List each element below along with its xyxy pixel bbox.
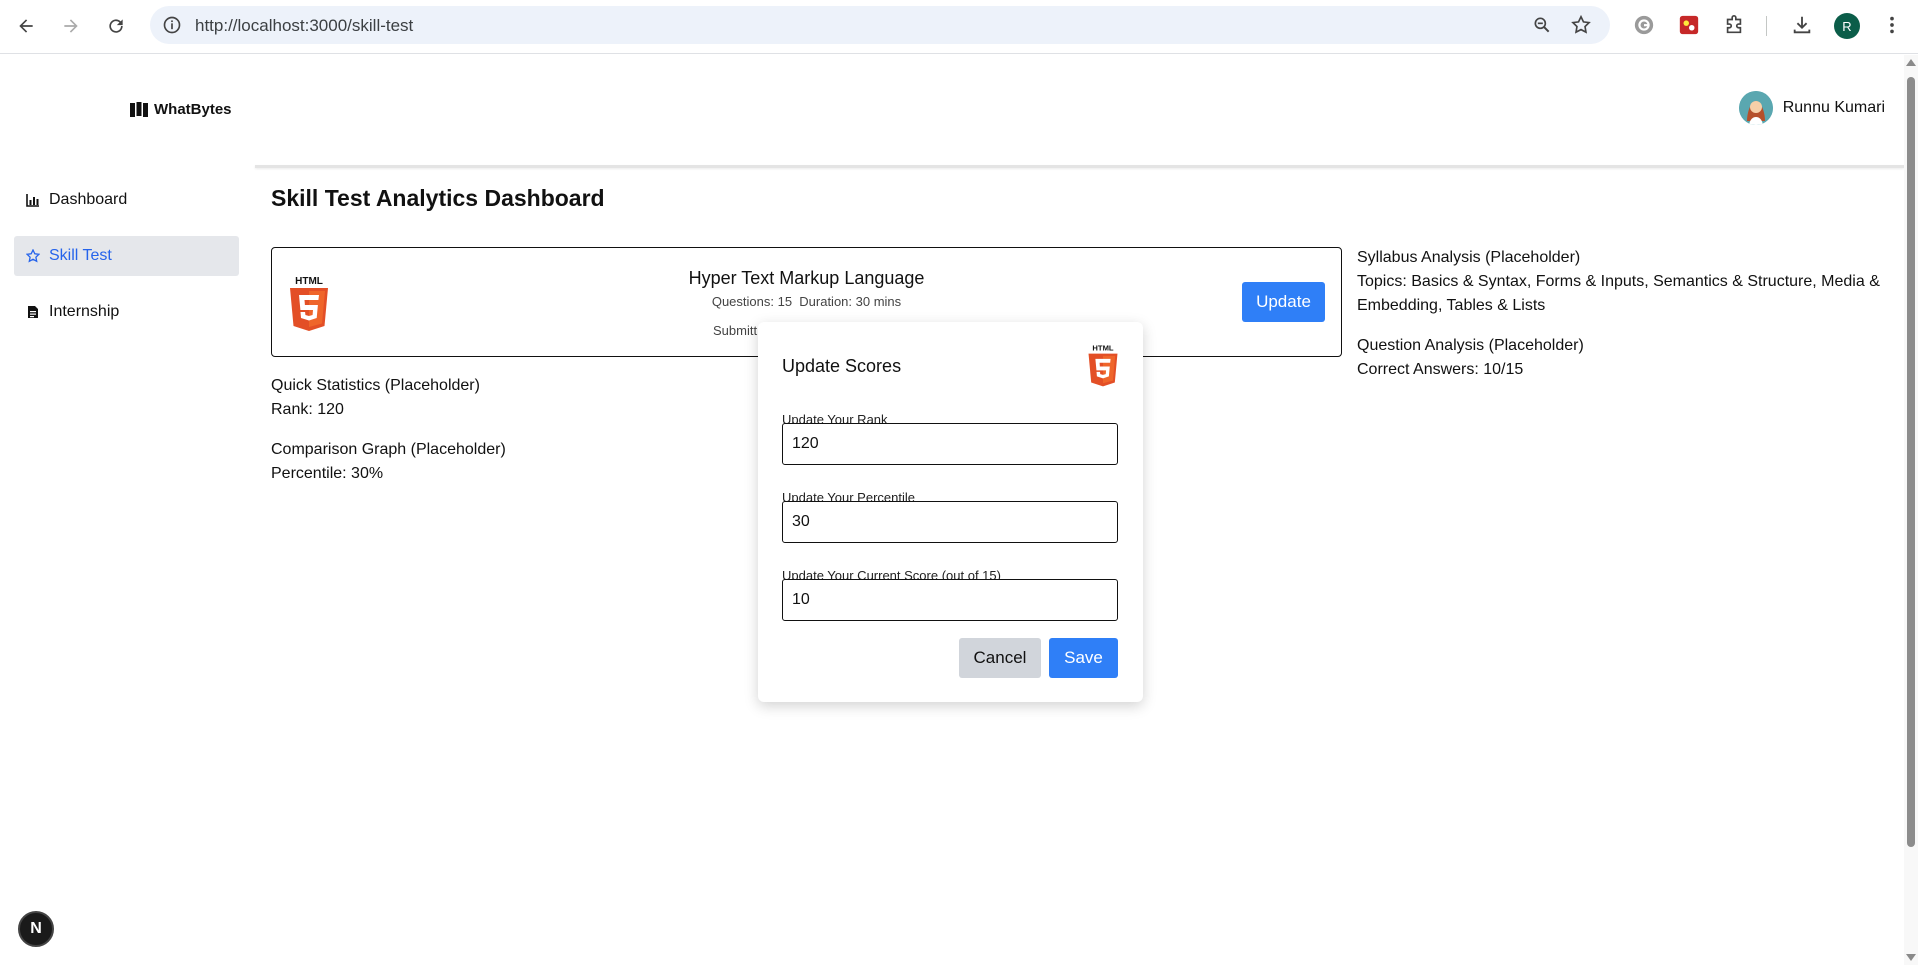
modal-title: Update Scores bbox=[782, 356, 902, 376]
star-icon bbox=[25, 248, 41, 264]
test-submitted-info: Submitt bbox=[713, 323, 758, 338]
syllabus-topics: Topics: Basics & Syntax, Forms & Inputs,… bbox=[1357, 273, 1880, 314]
sidebar: Dashboard Skill Test Internship bbox=[14, 180, 239, 348]
comparison-graph: Comparison Graph (Placeholder) Percentil… bbox=[271, 438, 506, 486]
question-analysis-heading: Question Analysis (Placeholder) bbox=[1357, 337, 1584, 354]
left-stats-column: Quick Statistics (Placeholder) Rank: 120… bbox=[271, 374, 506, 502]
test-meta: Questions: 15 Duration: 30 mins bbox=[711, 294, 902, 309]
bookmark-star-icon[interactable] bbox=[1570, 14, 1592, 36]
html5-logo-text: HTML bbox=[1092, 344, 1113, 353]
forward-icon[interactable] bbox=[57, 12, 85, 40]
quick-statistics: Quick Statistics (Placeholder) Rank: 120 bbox=[271, 374, 506, 422]
page-title: Skill Test Analytics Dashboard bbox=[271, 185, 605, 211]
sidebar-item-label: Internship bbox=[49, 303, 120, 320]
update-scores-modal: Update Scores HTML Update Your Rank 120 … bbox=[758, 322, 1143, 702]
cancel-button[interactable]: Cancel bbox=[959, 638, 1041, 678]
page-scrollbar[interactable] bbox=[1904, 55, 1918, 965]
comparison-graph-heading: Comparison Graph (Placeholder) bbox=[271, 441, 506, 458]
save-button[interactable]: Save bbox=[1049, 638, 1118, 678]
browser-toolbar: http://localhost:3000/skill-test R bbox=[0, 0, 1918, 54]
user-profile[interactable]: Runnu Kumari bbox=[1738, 91, 1885, 125]
sidebar-item-dashboard[interactable]: Dashboard bbox=[14, 180, 239, 220]
sidebar-item-label: Dashboard bbox=[49, 191, 128, 208]
html5-logo-icon: HTML bbox=[1088, 344, 1118, 387]
profile-avatar[interactable]: R bbox=[1834, 13, 1860, 39]
test-name: Hyper Text Markup Language bbox=[688, 268, 925, 288]
map-icon bbox=[130, 101, 148, 118]
back-icon[interactable] bbox=[12, 12, 40, 40]
extensions-puzzle-icon[interactable] bbox=[1722, 13, 1746, 37]
url-text[interactable]: http://localhost:3000/skill-test bbox=[195, 16, 413, 36]
brand-logo[interactable]: WhatBytes bbox=[130, 101, 232, 118]
syllabus-analysis-heading: Syllabus Analysis (Placeholder) bbox=[1357, 249, 1581, 266]
sidebar-item-label: Skill Test bbox=[49, 247, 112, 264]
sidebar-item-internship[interactable]: Internship bbox=[14, 292, 239, 332]
update-button[interactable]: Update bbox=[1242, 282, 1325, 322]
site-info-icon[interactable] bbox=[162, 15, 182, 35]
user-name: Runnu Kumari bbox=[1782, 99, 1885, 116]
toolbar-divider bbox=[1766, 16, 1767, 36]
right-stats-column: Syllabus Analysis (Placeholder) Topics: … bbox=[1357, 246, 1897, 398]
zoom-icon[interactable] bbox=[1532, 15, 1552, 35]
scroll-down-arrow-icon[interactable] bbox=[1906, 954, 1916, 961]
download-icon[interactable] bbox=[1790, 13, 1814, 37]
header-divider bbox=[255, 165, 1904, 168]
percentile-input[interactable]: 30 bbox=[782, 501, 1118, 543]
browser-menu-icon[interactable] bbox=[1880, 13, 1904, 37]
user-avatar[interactable] bbox=[1738, 91, 1773, 125]
quick-statistics-heading: Quick Statistics (Placeholder) bbox=[271, 377, 480, 394]
game-extension-icon[interactable] bbox=[1677, 13, 1701, 37]
rank-value: Rank: 120 bbox=[271, 401, 344, 418]
sidebar-item-skill-test[interactable]: Skill Test bbox=[14, 236, 239, 276]
document-icon bbox=[25, 304, 41, 320]
grammarly-extension-icon[interactable] bbox=[1632, 13, 1656, 37]
percentile-value: Percentile: 30% bbox=[271, 465, 384, 482]
scroll-up-arrow-icon[interactable] bbox=[1906, 59, 1916, 66]
reload-icon[interactable] bbox=[102, 12, 130, 40]
scrollbar-thumb[interactable] bbox=[1907, 77, 1915, 847]
bar-chart-icon bbox=[25, 192, 41, 208]
nextjs-dev-badge[interactable]: N bbox=[18, 911, 54, 947]
question-analysis: Question Analysis (Placeholder) Correct … bbox=[1357, 334, 1897, 382]
address-bar[interactable]: http://localhost:3000/skill-test bbox=[150, 6, 1610, 44]
app-header: WhatBytes Runnu Kumari bbox=[0, 55, 1904, 165]
syllabus-analysis: Syllabus Analysis (Placeholder) Topics: … bbox=[1357, 246, 1897, 318]
correct-answers-value: Correct Answers: 10/15 bbox=[1357, 361, 1524, 378]
rank-input[interactable]: 120 bbox=[782, 423, 1118, 465]
score-input[interactable]: 10 bbox=[782, 579, 1118, 621]
brand-name: WhatBytes bbox=[154, 101, 232, 118]
